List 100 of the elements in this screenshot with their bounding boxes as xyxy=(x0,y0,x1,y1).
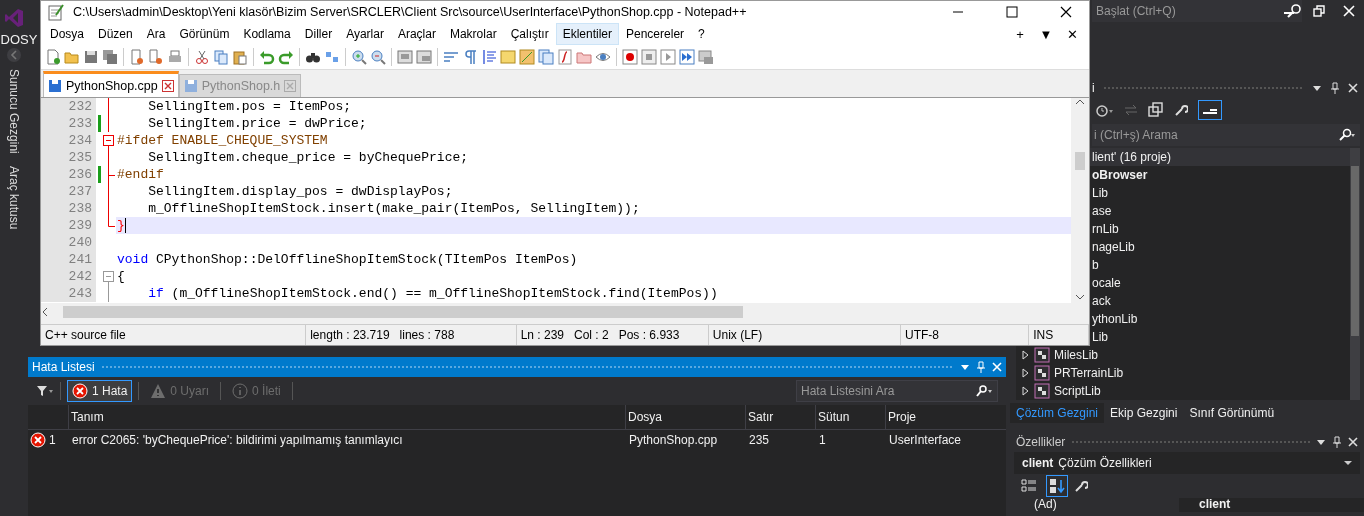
history-icon[interactable] xyxy=(1094,102,1114,118)
tree-item[interactable]: lient' (16 proje) xyxy=(1092,150,1171,164)
tree-item[interactable]: ScriptLib xyxy=(1054,384,1101,398)
menu-item[interactable]: Kodlama xyxy=(236,23,298,45)
scrollbar-thumb[interactable] xyxy=(63,306,743,318)
scissors-icon[interactable] xyxy=(194,49,210,65)
fold-box-icon[interactable] xyxy=(103,132,114,149)
filter-button[interactable]: 1 Hata xyxy=(67,380,133,402)
close-button[interactable] xyxy=(1059,5,1073,19)
tree-item[interactable]: Lib xyxy=(1092,330,1108,344)
search-icon[interactable] xyxy=(1338,128,1356,142)
menu-item[interactable]: Eklentiler xyxy=(555,23,619,45)
search-icon[interactable] xyxy=(1286,3,1302,19)
panel-tab[interactable]: Sınıf Görünümü xyxy=(1183,403,1281,423)
fold-box-icon[interactable] xyxy=(103,268,114,285)
column-header[interactable]: Tanım xyxy=(68,405,625,429)
filter-icon[interactable] xyxy=(36,385,54,397)
dropdown-icon[interactable] xyxy=(960,362,970,372)
close-icon[interactable] xyxy=(1348,437,1358,447)
save-all-icon[interactable] xyxy=(102,49,118,65)
project-icon xyxy=(1034,347,1050,363)
new-file-icon[interactable] xyxy=(45,49,61,65)
scroll-down-icon[interactable] xyxy=(1075,293,1085,301)
close-tab-button[interactable]: ✕ xyxy=(1061,26,1083,42)
menu-item[interactable]: Görünüm xyxy=(172,23,237,45)
menu-item[interactable]: DOSY xyxy=(0,32,38,47)
menu-item[interactable]: Ayarlar xyxy=(339,23,391,45)
search-icon[interactable] xyxy=(975,385,993,397)
code-line: SellingItem.pos = ItemPos; xyxy=(147,99,352,114)
print-icon[interactable] xyxy=(167,49,183,65)
object-selector[interactable]: client Çözüm Özellikleri xyxy=(1014,452,1360,474)
tab-list-button[interactable]: ▼ xyxy=(1035,26,1057,42)
redo-icon[interactable] xyxy=(278,49,294,65)
stop-icon[interactable] xyxy=(641,49,657,65)
open-folder-icon[interactable] xyxy=(64,49,80,65)
pilcrow-icon[interactable] xyxy=(462,49,478,65)
tree-item[interactable]: MilesLib xyxy=(1054,348,1098,362)
undo-icon[interactable] xyxy=(259,49,275,65)
scroll-left-icon[interactable] xyxy=(41,307,49,317)
zoom-out-icon[interactable] xyxy=(370,49,386,65)
play-icon[interactable] xyxy=(660,49,676,65)
close-icon[interactable] xyxy=(1348,83,1358,93)
sync-icon[interactable] xyxy=(1124,103,1138,117)
close-tab-icon[interactable] xyxy=(161,79,174,92)
menu-item[interactable]: Çalıştır xyxy=(503,23,556,45)
window-icon[interactable] xyxy=(416,49,432,65)
code-line: void CPythonShop::DelOfflineShopItemStock(TItemPos ItemPos) xyxy=(117,252,578,267)
tree-item[interactable]: ythonLib xyxy=(1092,312,1138,326)
dropdown-icon[interactable] xyxy=(1316,437,1326,447)
close-all-icon[interactable] xyxy=(148,49,164,65)
scrollbar-thumb[interactable] xyxy=(1075,152,1085,170)
column-header[interactable]: Dosya xyxy=(625,405,745,429)
menu-item[interactable]: Araçlar xyxy=(390,23,443,45)
pages-icon[interactable] xyxy=(538,49,554,65)
menu-item[interactable]: ? xyxy=(691,23,712,45)
indent-guide-icon[interactable] xyxy=(481,49,497,65)
tree-item[interactable]: nageLib xyxy=(1092,240,1135,254)
tree-item[interactable]: b xyxy=(1092,258,1099,272)
panel-tab[interactable]: Çözüm Gezgini xyxy=(1010,403,1105,423)
column-header[interactable]: Satır xyxy=(745,405,815,429)
maximize-button[interactable] xyxy=(1006,6,1018,18)
panel-tab[interactable]: Ekip Gezgini xyxy=(1104,403,1184,423)
column-header[interactable]: Sütun xyxy=(815,405,885,429)
menu-item[interactable]: Düzen xyxy=(91,23,140,45)
menu-item[interactable]: Ara xyxy=(139,23,173,45)
view-button[interactable] xyxy=(1046,475,1068,497)
fast-forward-icon[interactable] xyxy=(679,49,695,65)
restore-button[interactable] xyxy=(1313,5,1325,17)
tree-item[interactable]: oBrowser xyxy=(1092,168,1148,182)
new-tab-button[interactable]: + xyxy=(1009,26,1031,42)
menu-item[interactable]: Diller xyxy=(297,23,340,45)
folder-icon[interactable] xyxy=(576,49,592,65)
file-tab[interactable]: PythonShop.cpp xyxy=(43,71,179,97)
pin-icon[interactable] xyxy=(1330,82,1340,94)
menu-item[interactable]: Dosya xyxy=(43,23,91,45)
tree-item[interactable]: rnLib xyxy=(1092,222,1119,236)
zoom-in-icon[interactable] xyxy=(351,49,367,65)
close-file-icon[interactable] xyxy=(129,49,145,65)
column-header[interactable]: Proje xyxy=(885,405,1002,429)
line-number: 241 xyxy=(41,251,96,268)
side-tab[interactable]: Araç kutusu xyxy=(5,159,23,236)
tree-item[interactable]: ocale xyxy=(1092,276,1121,290)
paste-icon[interactable] xyxy=(232,49,248,65)
record-icon[interactable] xyxy=(622,49,638,65)
search-field[interactable]: Hata Listesini Ara xyxy=(796,380,998,402)
tree-item[interactable]: PRTerrainLib xyxy=(1054,366,1124,380)
pin-icon[interactable] xyxy=(1332,436,1342,448)
menu-item[interactable]: Pencereler xyxy=(619,23,692,45)
save-icon[interactable] xyxy=(83,49,99,65)
side-tab[interactable]: Sunucu Gezgini xyxy=(5,63,23,160)
window-icon[interactable] xyxy=(397,49,413,65)
dropdown-icon[interactable] xyxy=(1312,83,1322,93)
tree-item[interactable]: Lib xyxy=(1092,186,1108,200)
copy-icon[interactable] xyxy=(1148,102,1164,118)
scrollbar-thumb[interactable] xyxy=(1351,166,1359,336)
menu-item[interactable]: Makrolar xyxy=(442,23,504,45)
scroll-up-icon[interactable] xyxy=(1075,98,1085,106)
tree-item[interactable]: ack xyxy=(1092,294,1111,308)
tree-item[interactable]: ase xyxy=(1092,204,1112,218)
back-icon[interactable] xyxy=(6,47,22,63)
